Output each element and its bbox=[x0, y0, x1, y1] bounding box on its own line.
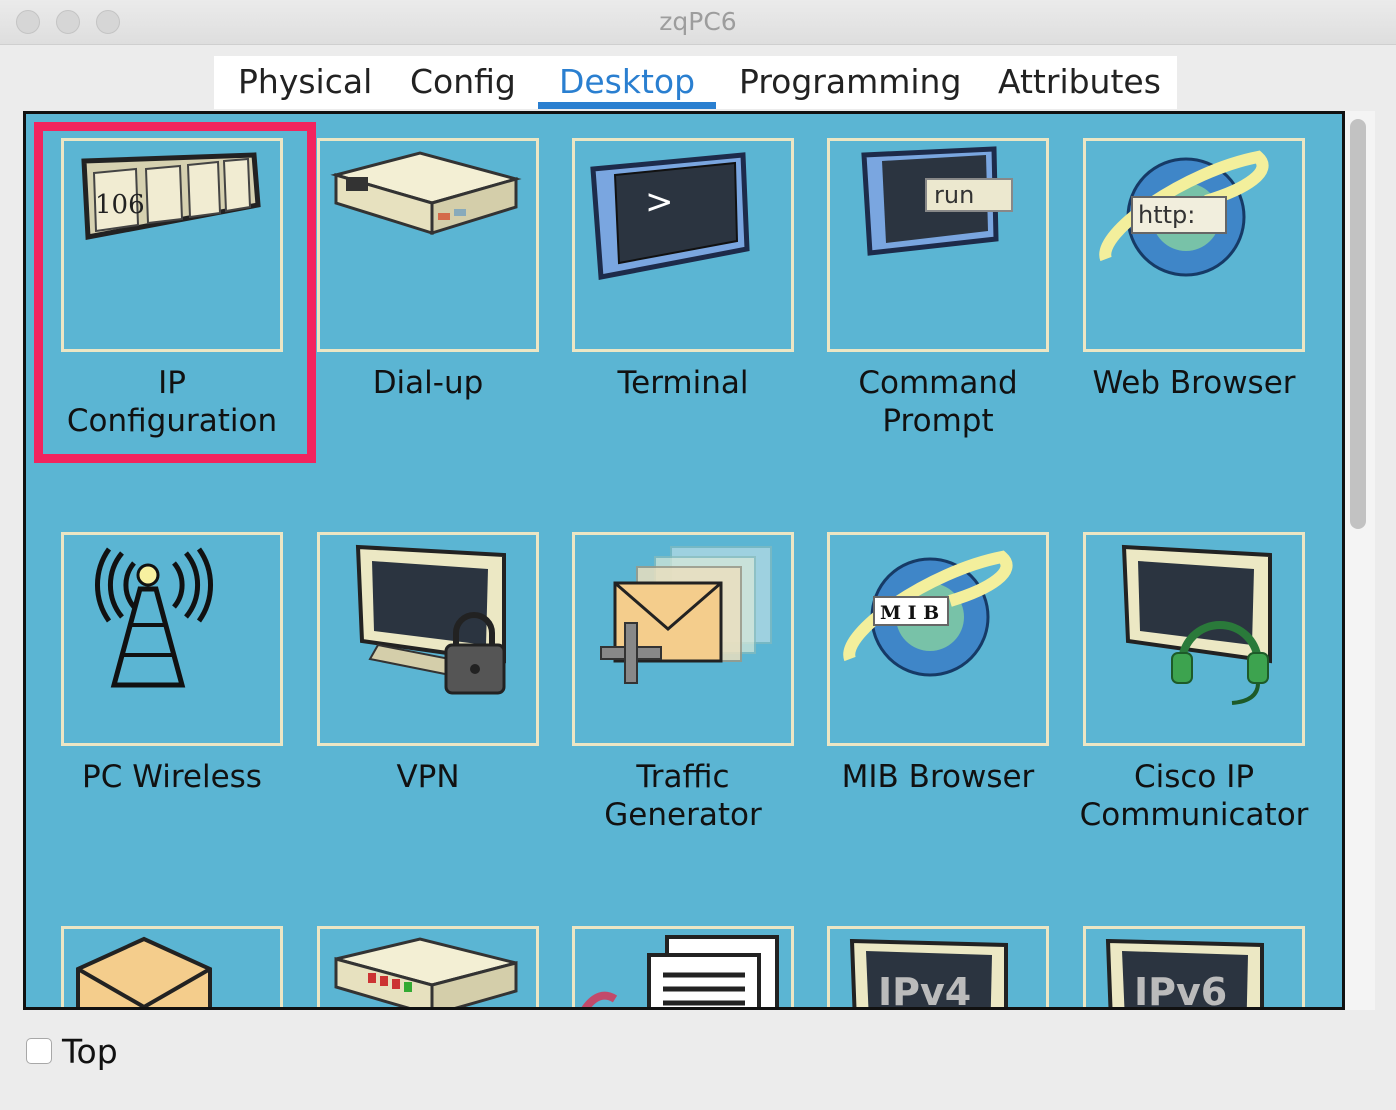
email-icon bbox=[76, 936, 212, 1007]
svg-text:run: run bbox=[934, 181, 974, 209]
svg-text:http:: http: bbox=[1138, 201, 1195, 229]
svg-text:IPv6: IPv6 bbox=[1134, 970, 1227, 1010]
terminal-icon: > bbox=[590, 152, 750, 280]
app-label: PC Wireless bbox=[82, 759, 262, 795]
tab-attributes[interactable]: Attributes bbox=[998, 62, 1161, 109]
app-label: Command Prompt bbox=[858, 365, 1018, 439]
vpn-lock-icon bbox=[355, 544, 506, 695]
top-checkbox[interactable] bbox=[26, 1038, 52, 1064]
mib-browser-icon: M I B bbox=[843, 550, 1013, 677]
app-label: Terminal bbox=[617, 365, 749, 401]
vertical-scrollbar[interactable] bbox=[1345, 111, 1375, 1010]
tab-bar: Physical Config Desktop Programming Attr… bbox=[214, 56, 1177, 109]
svg-text:>: > bbox=[645, 182, 674, 222]
web-browser-icon: http: bbox=[1099, 150, 1269, 277]
app-label: VPN bbox=[396, 759, 460, 795]
tab-physical[interactable]: Physical bbox=[238, 62, 372, 109]
svg-text:IPv4: IPv4 bbox=[878, 970, 971, 1010]
desktop-app-grid: 106 IP Configuration Dial-up > Terminal … bbox=[23, 111, 1345, 1010]
scrollbar-thumb[interactable] bbox=[1350, 119, 1366, 529]
ipv6-firewall-icon: IPv6 bbox=[1105, 938, 1264, 1010]
modem-icon bbox=[330, 151, 522, 236]
svg-text:M I B: M I B bbox=[880, 602, 939, 624]
ip-communicator-icon bbox=[1121, 544, 1272, 705]
tab-programming[interactable]: Programming bbox=[739, 62, 961, 109]
command-prompt-icon: run bbox=[861, 146, 1013, 256]
svg-text:106: 106 bbox=[95, 190, 145, 220]
title-bar: zqPC6 bbox=[0, 0, 1396, 45]
ipv4-firewall-icon: IPv4 bbox=[849, 938, 1008, 1010]
tab-desktop[interactable]: Desktop bbox=[538, 62, 716, 109]
top-checkbox-label[interactable]: Top bbox=[62, 1032, 118, 1071]
wireless-tower-icon bbox=[94, 547, 214, 688]
app-label: MIB Browser bbox=[841, 759, 1035, 795]
app-label: IP Configuration bbox=[66, 365, 278, 439]
ip-config-icon: 106 bbox=[81, 152, 261, 240]
window-title: zqPC6 bbox=[659, 7, 737, 36]
tab-config[interactable]: Config bbox=[410, 62, 516, 109]
text-editor-icon bbox=[581, 935, 779, 1007]
app-label: Traffic Generator bbox=[604, 759, 762, 833]
traffic-generator-icon bbox=[600, 546, 772, 684]
pppoe-dialer-icon bbox=[334, 937, 518, 1007]
app-label: Web Browser bbox=[1092, 365, 1296, 401]
app-label: Dial-up bbox=[372, 365, 484, 401]
app-label: Cisco IP Communicator bbox=[1079, 759, 1309, 833]
